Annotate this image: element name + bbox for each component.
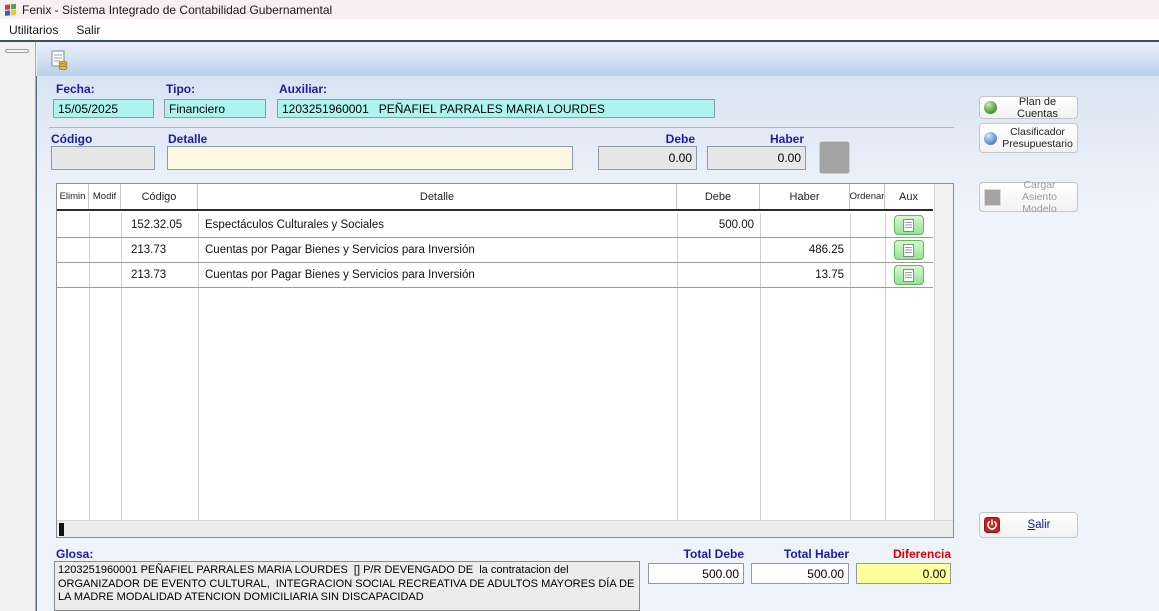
document-list-icon — [903, 269, 914, 282]
salir-button[interactable]: Salir — [979, 512, 1078, 538]
diferencia-field — [856, 563, 951, 584]
panel-grip[interactable] — [5, 49, 29, 53]
blue-sphere-icon — [984, 132, 997, 145]
cargar-asiento-modelo-button[interactable]: Cargar Asiento Modelo — [979, 182, 1078, 212]
haber-label: Haber — [707, 132, 804, 146]
table-header-row: Elimin Modif Código Detalle Debe Haber O… — [57, 184, 933, 211]
entries-table: Elimin Modif Código Detalle Debe Haber O… — [56, 183, 954, 538]
tipo-label: Tipo: — [166, 82, 195, 96]
detalle-input[interactable] — [167, 146, 573, 170]
cell-haber — [760, 213, 850, 237]
app-window: Fenix - Sistema Integrado de Contabilida… — [0, 0, 1159, 611]
col-header-codigo[interactable]: Código — [121, 184, 198, 209]
power-icon — [984, 517, 1000, 533]
col-header-haber[interactable]: Haber — [760, 184, 850, 209]
table-row[interactable]: 152.32.05 Espectáculos Culturales y Soci… — [57, 213, 933, 238]
cell-detalle: Cuentas por Pagar Bienes y Servicios par… — [198, 263, 677, 287]
clasificador-label-line2: Presupuestario — [1002, 138, 1073, 150]
menu-item-utilitarios[interactable]: Utilitarios — [0, 21, 67, 39]
aux-button[interactable] — [894, 240, 924, 260]
glosa-textarea[interactable]: 1203251960001 PEÑAFIEL PARRALES MARIA LO… — [54, 561, 640, 611]
document-coins-icon — [49, 50, 69, 70]
cell-detalle: Cuentas por Pagar Bienes y Servicios par… — [198, 238, 677, 262]
tipo-input[interactable] — [164, 99, 266, 118]
cell-codigo: 213.73 — [121, 263, 198, 287]
plan-de-cuentas-button[interactable]: Plan de Cuentas — [979, 96, 1078, 119]
document-list-icon — [903, 219, 914, 232]
col-header-detalle[interactable]: Detalle — [198, 184, 677, 209]
auxiliar-label: Auxiliar: — [279, 82, 327, 96]
total-haber-label: Total Haber — [751, 547, 849, 561]
table-row[interactable]: 213.73 Cuentas por Pagar Bienes y Servic… — [57, 263, 933, 288]
menu-item-salir[interactable]: Salir — [67, 21, 109, 39]
clasificador-label-line1: Clasificador — [1010, 126, 1065, 138]
divider — [49, 127, 954, 128]
fecha-input[interactable] — [53, 99, 154, 118]
app-icon — [4, 3, 17, 16]
diferencia-label: Diferencia — [856, 547, 951, 561]
table-row[interactable]: 213.73 Cuentas por Pagar Bienes y Servic… — [57, 238, 933, 263]
detalle-label: Detalle — [168, 132, 207, 146]
menu-bar: Utilitarios Salir — [0, 19, 1159, 40]
debe-label: Debe — [598, 132, 695, 146]
cell-debe — [677, 238, 760, 262]
col-header-ordenar[interactable]: Ordenar — [850, 184, 885, 209]
plan-de-cuentas-label: Plan de Cuentas — [1002, 96, 1073, 120]
document-list-icon — [903, 244, 914, 257]
title-bar: Fenix - Sistema Integrado de Contabilida… — [0, 0, 1159, 19]
journal-entry-tool-button[interactable] — [46, 47, 71, 72]
cell-debe: 500.00 — [677, 213, 760, 237]
auxiliar-input[interactable] — [277, 99, 715, 118]
cell-debe — [677, 263, 760, 287]
left-panel — [0, 42, 36, 611]
total-debe-label: Total Debe — [648, 547, 744, 561]
table-body: 152.32.05 Espectáculos Culturales y Soci… — [57, 213, 933, 520]
clasificador-presupuestario-button[interactable]: Clasificador Presupuestario — [979, 123, 1078, 153]
glosa-label: Glosa: — [56, 547, 93, 561]
fecha-label: Fecha: — [56, 82, 95, 96]
cargar-label-line2: Modelo — [1022, 203, 1056, 215]
col-header-modif[interactable]: Modif — [89, 184, 121, 209]
toolbar — [37, 42, 1159, 76]
main-panel: Fecha: Tipo: Auxiliar: Código Detalle De… — [36, 76, 1159, 611]
debe-input[interactable] — [598, 146, 697, 170]
total-debe-field — [648, 563, 744, 584]
green-sphere-icon — [984, 101, 997, 114]
aux-button[interactable] — [894, 265, 924, 285]
window-title: Fenix - Sistema Integrado de Contabilida… — [22, 3, 332, 17]
scrollbar-thumb[interactable] — [59, 523, 64, 536]
codigo-label: Código — [51, 132, 92, 146]
cell-codigo: 152.32.05 — [121, 213, 198, 237]
total-haber-field — [751, 563, 849, 584]
cell-codigo: 213.73 — [121, 238, 198, 262]
horizontal-scrollbar[interactable] — [57, 520, 953, 537]
cargar-label-line1: Cargar Asiento — [1022, 179, 1057, 203]
codigo-input[interactable] — [51, 146, 155, 170]
cell-detalle: Espectáculos Culturales y Sociales — [198, 213, 677, 237]
cell-haber: 13.75 — [760, 263, 850, 287]
col-header-elimin[interactable]: Elimin — [57, 184, 89, 209]
col-header-debe[interactable]: Debe — [677, 184, 760, 209]
gray-square-icon — [984, 189, 1001, 206]
cell-haber: 486.25 — [760, 238, 850, 262]
haber-input[interactable] — [707, 146, 806, 170]
aux-button[interactable] — [894, 215, 924, 235]
salir-label: Salir — [1027, 519, 1050, 531]
vertical-scrollbar[interactable] — [934, 184, 953, 520]
add-line-button[interactable] — [819, 141, 850, 174]
col-header-aux[interactable]: Aux — [885, 184, 932, 209]
